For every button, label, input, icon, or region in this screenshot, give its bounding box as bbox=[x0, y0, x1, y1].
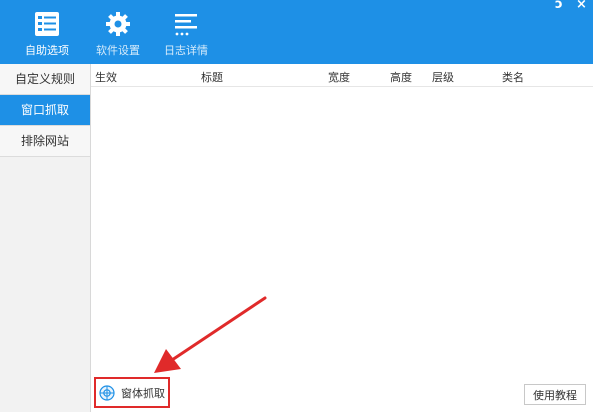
column-header-title[interactable]: 标题 bbox=[201, 69, 223, 85]
close-button[interactable]: × bbox=[576, 0, 587, 12]
top-toolbar: 自助选项 软件设置 日志详情 ɔ × bbox=[0, 0, 593, 64]
restore-button[interactable]: ɔ bbox=[555, 0, 563, 12]
sidebar-item-window-grab[interactable]: 窗口抓取 bbox=[0, 95, 90, 126]
column-header-enabled[interactable]: 生效 bbox=[95, 69, 117, 85]
list-icon bbox=[172, 10, 200, 38]
column-header-height[interactable]: 高度 bbox=[390, 69, 412, 85]
crosshair-icon bbox=[99, 384, 115, 401]
gear-icon bbox=[104, 10, 132, 38]
grab-window-label: 窗体抓取 bbox=[121, 386, 165, 400]
sidebar-item-custom-rules[interactable]: 自定义规则 bbox=[0, 64, 90, 95]
toolbar-item-label: 日志详情 bbox=[164, 44, 208, 57]
toolbar-item-settings[interactable]: 软件设置 bbox=[95, 0, 141, 64]
tutorial-button[interactable]: 使用教程 bbox=[524, 384, 586, 405]
checklist-icon bbox=[33, 10, 61, 38]
toolbar-item-log-details[interactable]: 日志详情 bbox=[163, 0, 209, 64]
table-header: 生效 标题 宽度 高度 层级 类名 bbox=[91, 64, 593, 87]
column-header-level[interactable]: 层级 bbox=[432, 69, 454, 85]
sidebar-item-excluded-sites[interactable]: 排除网站 bbox=[0, 126, 90, 157]
column-header-width[interactable]: 宽度 bbox=[328, 69, 350, 85]
toolbar-item-label: 软件设置 bbox=[96, 44, 140, 57]
sidebar: 自定义规则 窗口抓取 排除网站 bbox=[0, 64, 91, 412]
grab-window-button[interactable]: 窗体抓取 bbox=[94, 377, 170, 408]
column-header-classname[interactable]: 类名 bbox=[502, 69, 524, 85]
toolbar-item-label: 自助选项 bbox=[25, 44, 69, 57]
toolbar-item-self-options[interactable]: 自助选项 bbox=[22, 0, 72, 64]
